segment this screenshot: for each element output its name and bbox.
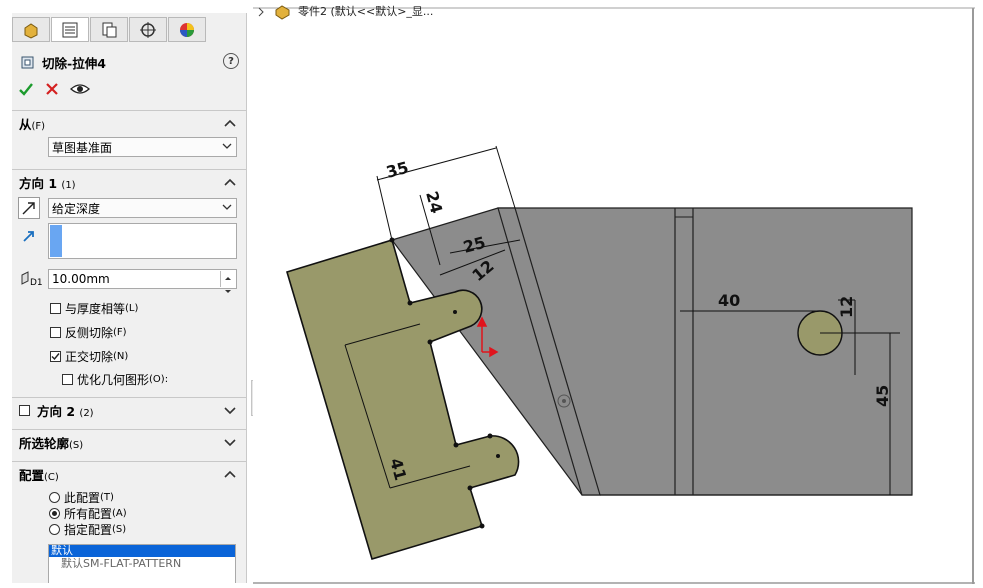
feature-manager-icon [24,22,38,39]
section-from-key: (F) [31,121,46,132]
checkbox-key: (O): [149,374,169,385]
checkbox-key: (L) [125,303,139,314]
end-condition-select[interactable]: 给定深度 [48,198,237,218]
radio-this-config[interactable]: 此配置 (T) [49,489,114,506]
checkbox-key: (N) [113,351,129,362]
section-contours-label: 所选轮廓 [19,436,70,451]
checkbox-equal-thickness[interactable]: 与厚度相等 (L) [50,300,138,317]
chevron-down-icon [222,204,232,210]
section-direction2-label: 方向 2 [37,404,76,419]
section-direction2[interactable]: 方向 2 (2) [12,397,246,423]
end-condition-value: 给定深度 [52,201,101,216]
svg-text:D1: D1 [30,278,43,288]
radio-circle-selected[interactable] [49,508,60,519]
spin-down-icon [225,290,231,293]
appearance-icon [180,22,194,37]
section-config-key: (C) [44,472,59,483]
feature-title: 切除-拉伸4 [42,55,106,71]
preview-eye-icon[interactable] [70,81,90,97]
radio-key: (S) [112,524,127,535]
chevron-down-icon[interactable] [224,405,236,415]
depth-spinner[interactable] [220,271,235,293]
radio-all-configs[interactable]: 所有配置 (A) [49,505,127,522]
breadcrumb-text: 零件2 (默认<<默认>_显... [298,5,433,18]
section-direction2-key: (2) [79,408,94,419]
depth-icon: D1 [21,271,43,288]
property-manager-icon [62,22,78,37]
crosshair-icon [140,21,156,38]
depth-input[interactable]: 10.00mm [48,269,237,293]
checkbox-flip-side[interactable]: 反侧切除 (F) [50,324,127,341]
tab-feature-manager[interactable] [12,17,50,42]
reverse-direction-icon [22,202,35,215]
section-direction1[interactable]: 方向 1 (1) [12,169,246,195]
from-select-value: 草图基准面 [52,140,113,155]
extruded-cut-icon [21,56,34,69]
manager-tabs [12,17,207,44]
checkbox-box[interactable] [62,374,73,385]
checkbox-box-checked[interactable] [50,351,61,362]
radio-label: 所有配置 [64,507,113,521]
feature-header: 切除-拉伸4 [20,53,106,71]
checkbox-box[interactable] [50,327,61,338]
checkbox-label: 优化几何图形 [77,373,150,387]
direction-arrow-icon [23,231,34,242]
section-from[interactable]: 从(F) [12,110,246,136]
config-list[interactable]: 默认 默认SM-FLAT-PATTERN [48,544,236,583]
tab-property-manager[interactable] [51,17,89,42]
radio-specify-config[interactable]: 指定配置 (S) [49,521,126,538]
checkbox-box[interactable] [50,303,61,314]
chevron-down-icon[interactable] [224,437,236,447]
property-manager: 切除-拉伸4 ? 从(F) 草图基准面 方向 1 (1) 给定深度 D1 10.… [12,13,247,583]
checkbox-key: (F) [113,327,127,338]
chevron-up-icon[interactable] [224,177,236,187]
reverse-direction-button[interactable] [18,197,40,219]
section-config-label: 配置 [19,468,45,483]
config-list-item[interactable]: 默认SM-FLAT-PATTERN [49,557,235,571]
tab-configuration-manager[interactable] [90,17,128,42]
chevron-down-icon [222,143,232,149]
direction-reference-field[interactable] [48,223,237,259]
tab-display-manager[interactable] [168,17,206,42]
checkbox-label: 与厚度相等 [65,302,126,316]
chevron-up-icon[interactable] [224,469,236,479]
radio-key: (T) [100,492,114,503]
direction2-checkbox[interactable] [19,405,30,416]
check-mark-icon [51,353,60,361]
graphics-area[interactable]: 零件2 (默认<<默认>_显... 35 24 25 12 40 12 45 4… [253,0,978,588]
dimension-45: 45 [873,385,892,407]
cancel-x-icon[interactable] [44,81,60,97]
section-configurations[interactable]: 配置(C) [12,461,246,487]
radio-circle[interactable] [49,524,60,535]
section-from-label: 从 [19,117,32,132]
section-selected-contours[interactable]: 所选轮廓(S) [12,429,246,455]
depth-value: 10.00mm [52,272,110,286]
dimension-dia-12-hole: 12 [837,296,856,318]
configuration-manager-icon [102,22,117,37]
config-list-item-selected[interactable]: 默认 [49,545,235,557]
radio-key: (A) [112,508,127,519]
help-icon[interactable]: ? [223,53,239,69]
spin-up-icon [225,277,231,280]
checkbox-label: 正交切除 [65,350,114,364]
selection-highlight [50,225,62,257]
checkbox-label: 反侧切除 [65,326,114,340]
section-direction1-key: (1) [61,180,76,191]
checkbox-normal-cut[interactable]: 正交切除 (N) [50,348,128,365]
dimension-40: 40 [718,291,740,310]
section-direction1-label: 方向 1 [19,176,58,191]
ok-check-icon[interactable] [18,81,34,97]
section-contours-key: (S) [69,440,84,451]
checkbox-optimize-geometry[interactable]: 优化几何图形 (O): [62,371,168,388]
action-buttons [18,81,90,97]
radio-label: 此配置 [64,491,101,505]
chevron-up-icon[interactable] [224,118,236,128]
from-select[interactable]: 草图基准面 [48,137,237,157]
radio-label: 指定配置 [64,523,113,537]
tab-dimxpert-manager[interactable] [129,17,167,42]
radio-circle[interactable] [49,492,60,503]
